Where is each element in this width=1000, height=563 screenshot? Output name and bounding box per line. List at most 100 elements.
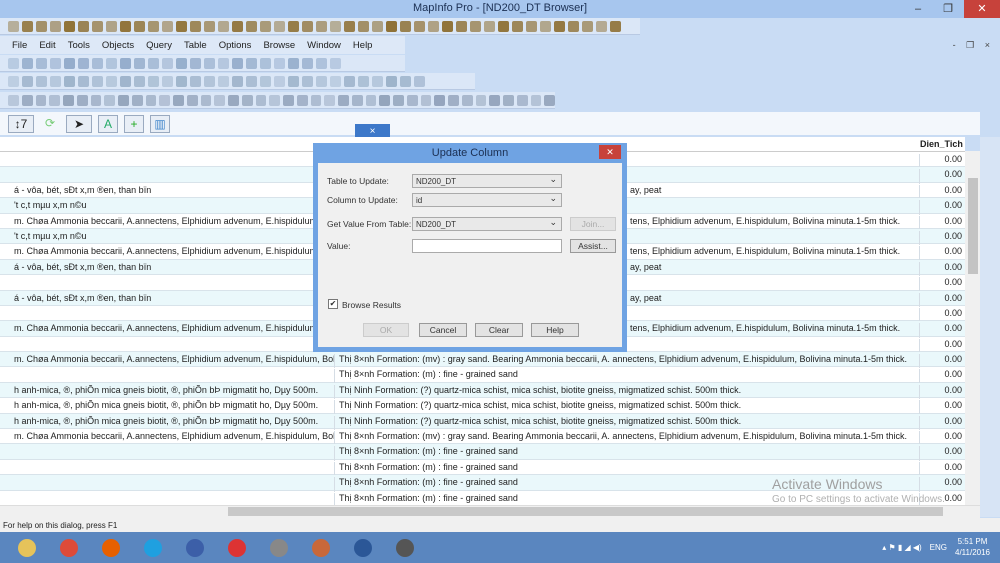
- cell-description-en[interactable]: Thị 8×nh Formation: (m) : fine - grained…: [335, 461, 920, 477]
- draw-tool-icon[interactable]: [50, 20, 61, 32]
- edit-tool-icon[interactable]: [296, 94, 308, 106]
- vertical-scroll-thumb[interactable]: [968, 178, 978, 274]
- cell-dien-tich[interactable]: 0.00: [920, 293, 965, 303]
- standard-tool-icon[interactable]: [78, 57, 89, 69]
- table-row[interactable]: Thị 8×nh Formation: (m) : fine - grained…: [0, 460, 965, 477]
- main-tool-icon[interactable]: [330, 75, 341, 87]
- edit-tool-icon[interactable]: [269, 94, 280, 106]
- cell-dien-tich[interactable]: 0.00: [920, 200, 965, 210]
- standard-tool-icon[interactable]: [134, 57, 145, 69]
- edit-tool-icon[interactable]: [351, 94, 363, 106]
- cell-description-en[interactable]: Thị 8×nh Formation: (mv) : gray sand. Be…: [335, 431, 920, 446]
- main-tool-icon[interactable]: [288, 75, 299, 87]
- edit-tool-icon[interactable]: [90, 94, 102, 106]
- cell-description-en[interactable]: Thị 8×nh Formation: (mv) : gray sand. Be…: [335, 354, 920, 369]
- cell-description-vi[interactable]: [0, 154, 335, 169]
- cell-description-en[interactable]: Thị 8×nh Formation: (m) : fine - grained…: [335, 369, 920, 384]
- table-row[interactable]: h anh-mica, ®, phiÕn mica gneis biotit, …: [0, 413, 965, 431]
- main-tool-icon[interactable]: [92, 75, 103, 87]
- table-row[interactable]: Thị 8×nh Formation: (m) : fine - grained…: [0, 444, 965, 461]
- minimize-button[interactable]: –: [904, 0, 932, 18]
- table-row[interactable]: h anh-mica, ®, phiÕn mica gneis biotit, …: [0, 398, 965, 415]
- dialog-close-button[interactable]: ✕: [599, 145, 621, 159]
- main-tool-icon[interactable]: [176, 75, 187, 87]
- cell-dien-tich[interactable]: 0.00: [920, 169, 965, 179]
- draw-tool-icon[interactable]: [162, 20, 173, 32]
- draw-tool-icon[interactable]: [582, 20, 593, 32]
- main-tool-icon[interactable]: [148, 75, 159, 87]
- edit-tool-icon[interactable]: [76, 94, 88, 106]
- cell-description-vi[interactable]: m. Chøa Ammonia beccarii, A.annectens, E…: [0, 431, 335, 446]
- cell-dien-tich[interactable]: 0.00: [920, 369, 965, 379]
- edit-tool-icon[interactable]: [145, 94, 157, 106]
- edit-tool-icon[interactable]: [489, 94, 500, 106]
- draw-tool-icon[interactable]: [260, 20, 271, 32]
- cell-dien-tich[interactable]: 0.00: [920, 262, 965, 272]
- table-row[interactable]: Thị 8×nh Formation: (m) : fine - grained…: [0, 367, 965, 384]
- draw-tool-icon[interactable]: [596, 20, 607, 32]
- cell-description-vi[interactable]: [0, 492, 335, 505]
- standard-tool-icon[interactable]: [288, 57, 299, 69]
- draw-tool-icon[interactable]: [106, 20, 117, 32]
- standard-tool-icon[interactable]: [148, 57, 159, 69]
- standard-tool-icon[interactable]: [246, 57, 257, 69]
- edit-tool-icon[interactable]: [448, 94, 459, 106]
- media-player-taskbar-icon[interactable]: [390, 535, 420, 561]
- cell-dien-tich[interactable]: 0.00: [920, 246, 965, 256]
- main-tool-icon[interactable]: [22, 75, 33, 87]
- menu-query[interactable]: Query: [146, 40, 172, 51]
- edit-tool-icon[interactable]: [21, 94, 33, 106]
- draw-tool-icon[interactable]: [428, 20, 439, 32]
- standard-tool-icon[interactable]: [92, 57, 103, 69]
- table-row[interactable]: m. Chøa Ammonia beccarii, A.annectens, E…: [0, 352, 965, 369]
- standard-tool-icon[interactable]: [204, 57, 215, 69]
- edit-tool-icon[interactable]: [241, 94, 253, 106]
- draw-tool-icon[interactable]: [148, 20, 159, 32]
- cell-description-vi[interactable]: h anh-mica, ®, phiÕn mica gneis biotit, …: [0, 415, 335, 431]
- cell-dien-tich[interactable]: 0.00: [920, 154, 965, 164]
- cell-dien-tich[interactable]: 0.00: [920, 308, 965, 318]
- column-to-update-select[interactable]: id: [412, 193, 562, 207]
- draw-tool-icon[interactable]: [190, 20, 201, 32]
- edit-tool-icon[interactable]: [228, 94, 239, 106]
- edit-tool-icon[interactable]: [461, 94, 473, 106]
- edit-tool-icon[interactable]: [406, 94, 418, 106]
- cell-description-vi[interactable]: [0, 307, 335, 323]
- cell-dien-tich[interactable]: 0.00: [920, 185, 965, 195]
- edit-tool-icon[interactable]: [530, 94, 542, 106]
- main-tool-icon[interactable]: [8, 75, 19, 87]
- edit-tool-icon[interactable]: [324, 94, 335, 106]
- edit-tool-icon[interactable]: [475, 94, 487, 106]
- cell-dien-tich[interactable]: 0.00: [920, 400, 965, 410]
- main-tool-icon[interactable]: [204, 75, 215, 87]
- cell-description-vi[interactable]: m. Chøa Ammonia beccarii, A.annectens, E…: [0, 215, 335, 230]
- menu-window[interactable]: Window: [307, 40, 341, 51]
- cell-dien-tich[interactable]: 0.00: [920, 477, 965, 487]
- draw-tool-icon[interactable]: [246, 20, 257, 32]
- draw-tool-icon[interactable]: [232, 20, 243, 32]
- draw-tool-icon[interactable]: [8, 20, 19, 32]
- edit-tool-icon[interactable]: [200, 94, 212, 106]
- solitaire-taskbar-icon[interactable]: [222, 535, 252, 561]
- cell-description-vi[interactable]: [0, 277, 335, 292]
- cell-description-vi[interactable]: h anh-mica, ®, phiÕn mica gneis biotit, …: [0, 400, 335, 415]
- edit-tool-icon[interactable]: [503, 94, 514, 106]
- main-tool-icon[interactable]: [344, 75, 355, 87]
- edit-tool-icon[interactable]: [544, 94, 555, 106]
- standard-tool-icon[interactable]: [106, 57, 117, 69]
- draw-tool-icon[interactable]: [78, 20, 89, 32]
- draw-tool-icon[interactable]: [316, 20, 327, 32]
- standard-tool-icon[interactable]: [176, 57, 187, 69]
- select-icon[interactable]: ➤: [66, 114, 92, 133]
- main-tool-icon[interactable]: [120, 75, 131, 87]
- edit-tool-icon[interactable]: [173, 94, 184, 106]
- cell-dien-tich[interactable]: 0.00: [920, 216, 965, 226]
- edit-tool-icon[interactable]: [159, 94, 170, 106]
- cell-dien-tich[interactable]: 0.00: [920, 416, 965, 426]
- cell-description-vi[interactable]: á - vôa, bét, sÐt x,m ®en, than bïn: [0, 184, 335, 200]
- office-app-taskbar-icon[interactable]: [306, 535, 336, 561]
- draw-tool-icon[interactable]: [218, 20, 229, 32]
- cell-description-en[interactable]: Thị Ninh Formation: (?) quartz-mica schi…: [335, 384, 920, 400]
- ok-button[interactable]: OK: [363, 323, 409, 337]
- cell-description-vi[interactable]: [0, 338, 335, 354]
